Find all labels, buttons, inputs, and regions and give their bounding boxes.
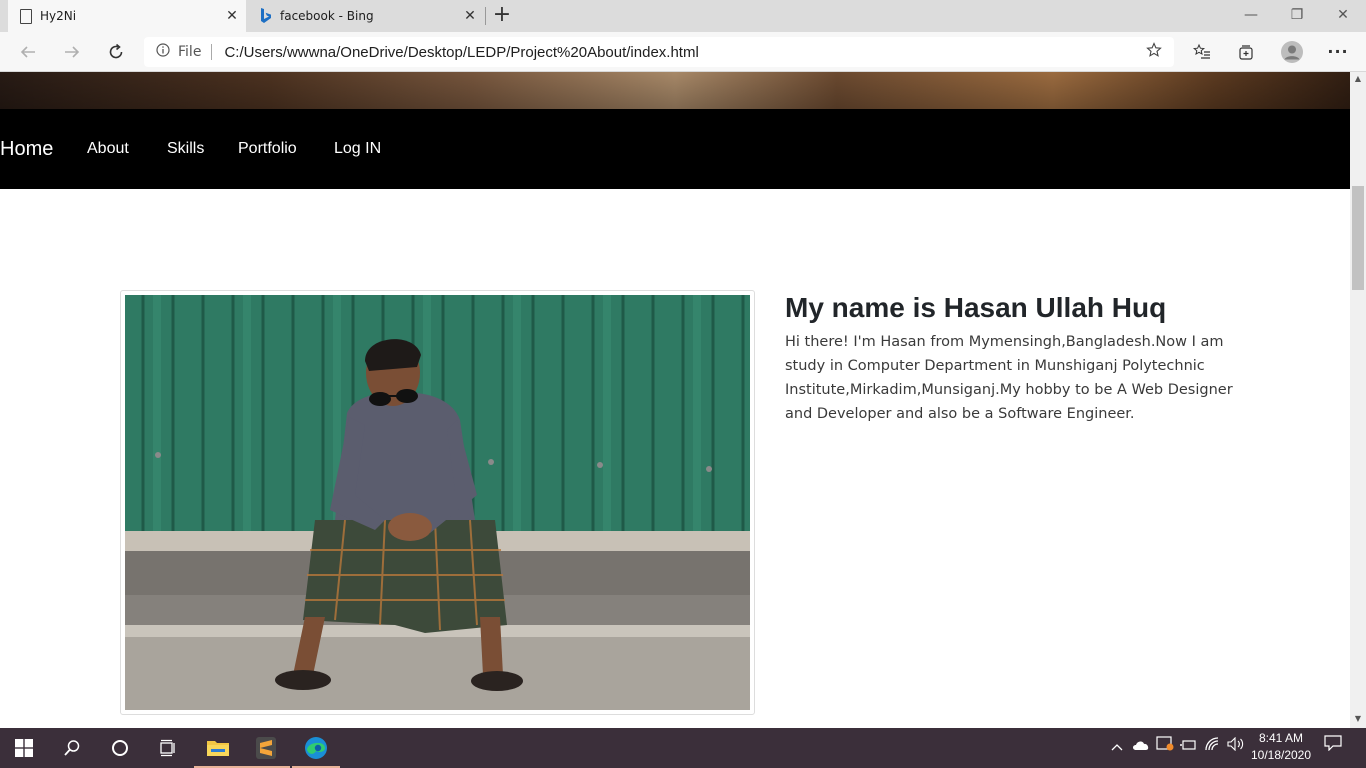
site-navbar: Home About Skills Portfolio Log IN: [0, 109, 1350, 189]
edge-icon: [305, 737, 327, 759]
clock-date: 10/18/2020: [1250, 748, 1312, 762]
edge-browser-button[interactable]: [292, 728, 340, 768]
tab-facebook-bing[interactable]: facebook - Bing ✕: [248, 0, 484, 32]
restore-button[interactable]: ❐: [1274, 0, 1320, 32]
taskbar-clock[interactable]: 8:41 AM 10/18/2020: [1246, 730, 1316, 764]
task-view-button[interactable]: [144, 728, 192, 768]
collections-icon[interactable]: [1228, 36, 1264, 68]
sublime-text-button[interactable]: [242, 728, 290, 768]
tab-divider: [485, 7, 486, 25]
file-explorer-button[interactable]: [194, 728, 242, 768]
profile-photo-frame: [120, 290, 755, 715]
bing-icon: [260, 8, 272, 24]
scroll-down-arrow-icon[interactable]: ▼: [1350, 712, 1366, 726]
tab-title: facebook - Bing: [280, 9, 374, 23]
scrollbar-thumb[interactable]: [1352, 186, 1364, 290]
task-view-icon: [160, 739, 175, 757]
info-icon[interactable]: [156, 43, 178, 61]
scroll-up-arrow-icon[interactable]: ▲: [1350, 72, 1366, 86]
notifications-button[interactable]: [1320, 728, 1346, 768]
nav-portfolio-link[interactable]: Portfolio: [238, 109, 297, 189]
close-window-button[interactable]: ✕: [1320, 0, 1366, 32]
profile-photo: [125, 295, 750, 710]
favorites-icon[interactable]: [1184, 36, 1220, 68]
page-scrollbar[interactable]: [1350, 72, 1366, 728]
refresh-button[interactable]: [100, 36, 132, 68]
action-center-icon: [1324, 735, 1342, 752]
scheme-label: File: [178, 44, 213, 60]
nav-home-link[interactable]: Home: [0, 109, 53, 189]
profile-avatar-icon[interactable]: [1274, 36, 1310, 68]
favorite-star-icon[interactable]: [1134, 42, 1174, 62]
battery-icon[interactable]: [1178, 728, 1200, 768]
tab-hy2ni[interactable]: Hy2Ni ✕: [8, 0, 246, 32]
folder-icon: [207, 741, 229, 756]
address-bar[interactable]: File C:/Users/wwwna/OneDrive/Desktop/LED…: [144, 37, 1174, 67]
clock-time: 8:41 AM: [1258, 731, 1304, 745]
page-icon: [20, 8, 32, 24]
windows-update-icon[interactable]: [1154, 728, 1176, 768]
tab-title: Hy2Ni: [40, 9, 77, 23]
chevron-up-icon: [1111, 744, 1123, 751]
show-hidden-icons-button[interactable]: [1106, 728, 1128, 768]
forward-arrow-icon: [65, 46, 80, 58]
nav-about-link[interactable]: About: [87, 109, 129, 189]
cortana-icon: [112, 740, 128, 756]
more-menu-icon[interactable]: ···: [1320, 36, 1356, 68]
hero-image-strip: [0, 72, 1350, 109]
start-button[interactable]: [0, 728, 48, 768]
url-text[interactable]: C:/Users/wwwna/OneDrive/Desktop/LEDP/Pro…: [224, 44, 1134, 61]
forward-button[interactable]: [56, 36, 88, 68]
back-arrow-icon: [20, 46, 35, 58]
nav-login-link[interactable]: Log IN: [334, 109, 381, 189]
search-icon: [64, 740, 80, 756]
search-button[interactable]: [48, 728, 96, 768]
volume-icon[interactable]: [1225, 728, 1247, 768]
onedrive-icon[interactable]: [1130, 728, 1152, 768]
refresh-icon: [109, 43, 123, 59]
back-button[interactable]: [12, 36, 44, 68]
nav-skills-link[interactable]: Skills: [167, 109, 204, 189]
windows-logo-icon: [15, 739, 33, 757]
minimize-button[interactable]: —: [1228, 0, 1274, 32]
about-text: Hi there! I'm Hasan from Mymensingh,Bang…: [785, 334, 1233, 422]
sublime-text-icon: [256, 737, 276, 759]
new-tab-button[interactable]: +: [490, 2, 514, 30]
close-tab-icon[interactable]: ✕: [456, 8, 484, 24]
close-tab-icon[interactable]: ✕: [218, 8, 246, 24]
cortana-button[interactable]: [96, 728, 144, 768]
about-title: My name is Hasan Ullah Huq: [785, 292, 1167, 323]
wifi-icon[interactable]: [1202, 728, 1224, 768]
page-viewport: Home About Skills Portfolio Log IN My na…: [0, 72, 1350, 728]
